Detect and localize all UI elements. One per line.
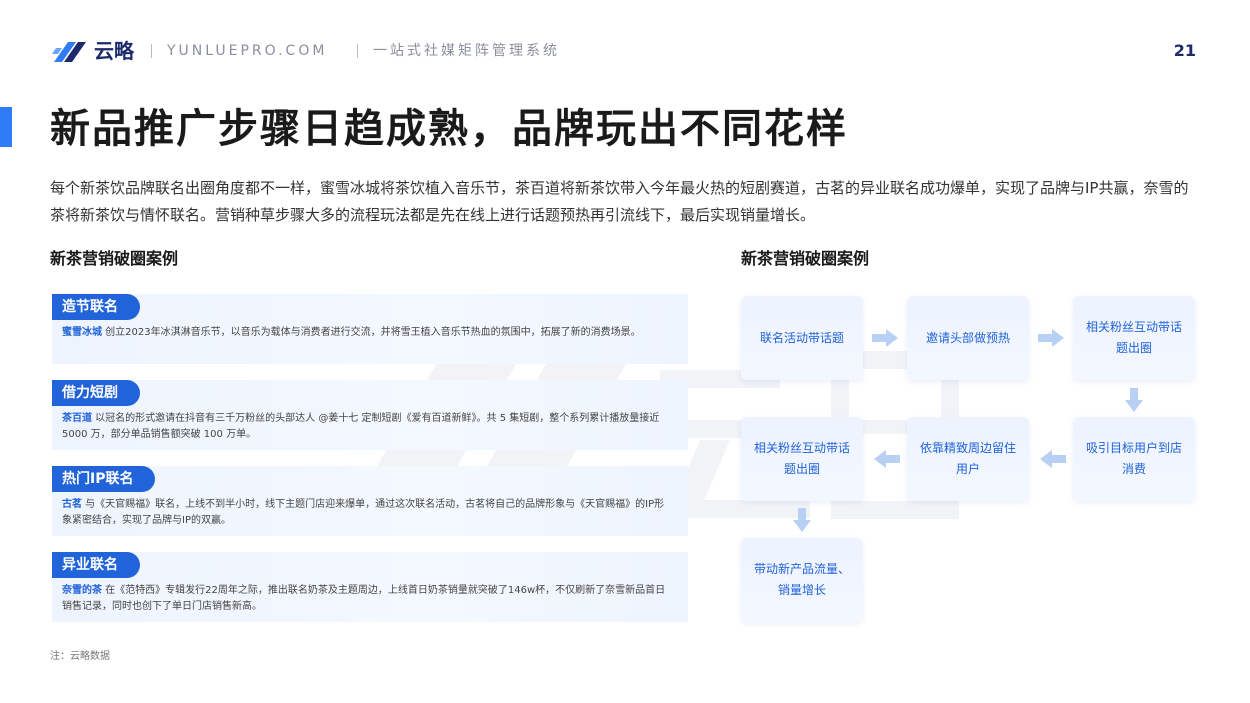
case-text: 古茗 与《天官赐福》联名，上线不到半小时，线下主题门店迎来爆单，通过这次联名活动… bbox=[62, 497, 668, 529]
case-tag: 造节联名 bbox=[52, 294, 140, 320]
left-section-title: 新茶营销破圈案例 bbox=[50, 249, 179, 268]
header-divider bbox=[151, 44, 152, 58]
flow-step-label: 吸引目标用户到店消费 bbox=[1085, 441, 1182, 476]
intro-paragraph: 每个新茶饮品牌联名出圈角度都不一样，蜜雪冰城将茶饮植入音乐节，茶百道将新茶饮带入… bbox=[50, 179, 1189, 224]
case-card: 借力短剧 茶百道 以冠名的形式邀请在抖音有三千万粉丝的头部达人 @姜十七 定制短… bbox=[52, 380, 688, 450]
case-brand: 蜜雪冰城 bbox=[62, 327, 102, 338]
flow-step-label: 带动新产品流量、销量增长 bbox=[753, 562, 850, 597]
flow-step-label: 相关粉丝互动带话题出圈 bbox=[753, 441, 850, 476]
flow-step: 吸引目标用户到店消费 bbox=[1073, 417, 1195, 501]
flow-step-label: 相关粉丝互动带话题出圈 bbox=[1085, 320, 1182, 355]
flow-step-label: 邀请头部做预热 bbox=[925, 330, 1010, 345]
header-tagline: 一站式社媒矩阵管理系统 bbox=[373, 43, 560, 59]
header-divider bbox=[357, 44, 358, 58]
header-site: YUNLUEPRO.COM bbox=[167, 43, 328, 59]
page-title: 新品推广步骤日趋成熟，品牌玩出不同花样 bbox=[50, 106, 848, 152]
flow-step: 相关粉丝互动带话题出圈 bbox=[741, 417, 863, 501]
arrow-down-icon bbox=[793, 508, 811, 532]
case-card: 异业联名 奈雪的茶 在《范特西》专辑发行22周年之际，推出联名奶茶及主题周边，上… bbox=[52, 552, 688, 622]
source-note: 注：云略数据 bbox=[50, 651, 110, 662]
case-brand: 古茗 bbox=[62, 499, 82, 510]
flow-step: 依靠精致周边留住用户 bbox=[907, 417, 1029, 501]
right-section-title: 新茶营销破圈案例 bbox=[741, 249, 870, 268]
arrow-right-icon bbox=[1038, 329, 1064, 347]
case-card: 热门IP联名 古茗 与《天官赐福》联名，上线不到半小时，线下主题门店迎来爆单，通… bbox=[52, 466, 688, 536]
flow-step: 相关粉丝互动带话题出圈 bbox=[1073, 296, 1195, 380]
case-text: 蜜雪冰城 创立2023年冰淇淋音乐节，以音乐为载体与消费者进行交流，并将雪王植入… bbox=[62, 325, 668, 341]
case-tag: 热门IP联名 bbox=[52, 466, 156, 492]
arrow-left-icon bbox=[874, 450, 900, 468]
flow-step-label: 联名活动带话题 bbox=[759, 330, 844, 345]
case-description: 在《范特西》专辑发行22周年之际，推出联名奶茶及主题周边，上线首日奶茶销量就突破… bbox=[62, 585, 666, 612]
title-accent-bar bbox=[0, 107, 12, 147]
case-description: 以冠名的形式邀请在抖音有三千万粉丝的头部达人 @姜十七 定制短剧《爱有百道新鲜》… bbox=[62, 413, 660, 440]
flow-step-label: 依靠精致周边留住用户 bbox=[919, 441, 1016, 476]
case-card: 造节联名 蜜雪冰城 创立2023年冰淇淋音乐节，以音乐为载体与消费者进行交流，并… bbox=[52, 294, 688, 364]
arrow-left-icon bbox=[1040, 450, 1066, 468]
arrow-down-icon bbox=[1125, 388, 1143, 412]
page-number: 21 bbox=[1173, 41, 1196, 60]
flow-step: 联名活动带话题 bbox=[741, 296, 863, 380]
case-brand: 奈雪的茶 bbox=[62, 585, 102, 596]
case-description: 与《天官赐福》联名，上线不到半小时，线下主题门店迎来爆单，通过这次联名活动，古茗… bbox=[62, 499, 665, 526]
flow-step: 邀请头部做预热 bbox=[907, 296, 1029, 380]
brand-logo-icon bbox=[52, 42, 86, 62]
case-text: 茶百道 以冠名的形式邀请在抖音有三千万粉丝的头部达人 @姜十七 定制短剧《爱有百… bbox=[62, 411, 668, 443]
case-text: 奈雪的茶 在《范特西》专辑发行22周年之际，推出联名奶茶及主题周边，上线首日奶茶… bbox=[62, 583, 668, 615]
flow-step: 带动新产品流量、销量增长 bbox=[741, 538, 863, 622]
brand-name: 云略 bbox=[94, 39, 134, 63]
case-brand: 茶百道 bbox=[62, 413, 92, 424]
case-tag: 异业联名 bbox=[52, 552, 140, 578]
case-description: 创立2023年冰淇淋音乐节，以音乐为载体与消费者进行交流，并将雪王植入音乐节热血… bbox=[102, 327, 641, 338]
case-tag: 借力短剧 bbox=[52, 380, 140, 406]
arrow-right-icon bbox=[872, 329, 898, 347]
